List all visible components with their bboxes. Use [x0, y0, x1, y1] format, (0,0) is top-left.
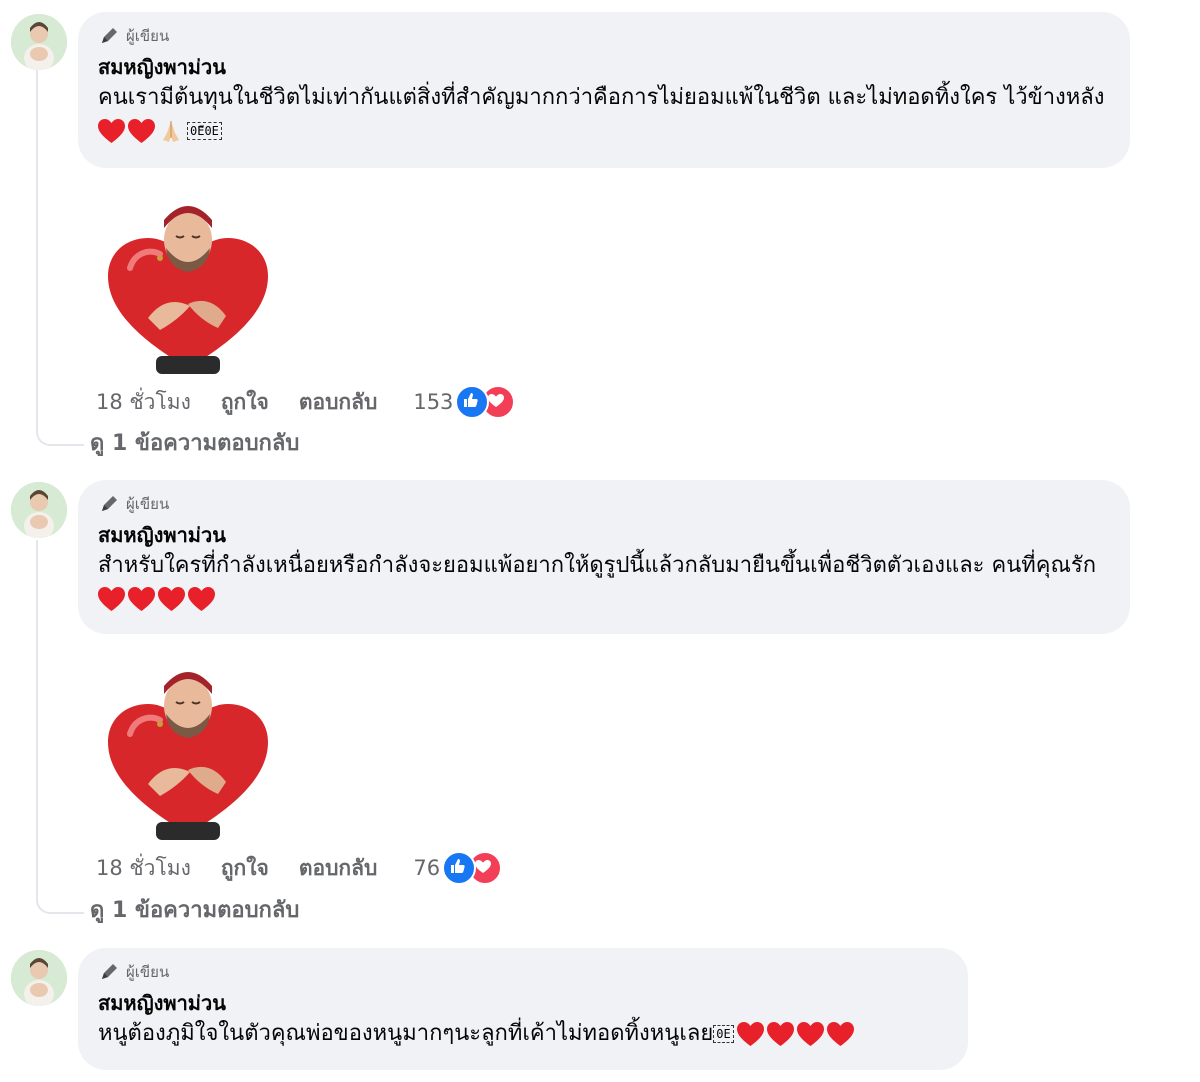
comment-text-body: สำหรับใครที่กำลังเหนื่อยหรือกำลังจะยอมแพ… [98, 553, 1097, 578]
red-heart-icon [796, 1021, 824, 1047]
like-reaction-icon [455, 385, 490, 419]
comment-text: หนูต้องภูมิใจในตัวคุณพ่อของหนูมากๆนะลูกท… [98, 1017, 948, 1050]
reaction-summary[interactable]: 76 [413, 851, 503, 885]
view-replies-link[interactable]: ดู 1 ข้อความตอบกลับ [90, 894, 299, 928]
red-heart-icon [128, 118, 155, 144]
view-replies-link[interactable]: ดู 1 ข้อความตอบกลับ [90, 427, 299, 461]
emoji-group: 0E [713, 1021, 854, 1047]
emoji-group: 0Eี0E [98, 118, 222, 144]
author-badge: ผู้เขียน [98, 492, 1110, 516]
comments-page: ผู้เขียน สมหญิงพาม่วน คนเรามีต้นทุนในชีว… [0, 0, 1200, 1082]
emoji-group [98, 586, 215, 612]
pencil-badge-icon [98, 493, 120, 515]
comment-text: สำหรับใครที่กำลังเหนื่อยหรือกำลังจะยอมแพ… [98, 549, 1110, 615]
comment-timestamp[interactable]: 18 ชั่วโมง [96, 852, 191, 885]
comment-text-body: คนเรามีต้นทุนในชีวิตไม่เท่ากันแต่สิ่งที่… [98, 85, 1105, 110]
unrendered-glyph-box: 0Eี0E [187, 122, 222, 140]
comment-bubble: ผู้เขียน สมหญิงพาม่วน สำหรับใครที่กำลังเ… [78, 480, 1130, 634]
pencil-badge-icon [98, 961, 120, 983]
like-reaction-icon [442, 851, 477, 885]
red-heart-icon [826, 1021, 854, 1047]
red-heart-icon [736, 1021, 764, 1047]
reply-button[interactable]: ตอบกลับ [299, 386, 378, 419]
heart-hug-sticker[interactable] [108, 198, 268, 378]
author-badge-label: ผู้เขียน [126, 495, 170, 513]
unrendered-glyph-box: 0E [713, 1025, 734, 1043]
red-heart-icon [766, 1021, 794, 1047]
author-badge-label: ผู้เขียน [126, 27, 170, 45]
pencil-badge-icon [98, 25, 120, 47]
like-button[interactable]: ถูกใจ [221, 386, 269, 419]
author-badge: ผู้เขียน [98, 24, 1110, 48]
comment-text: คนเรามีต้นทุนในชีวิตไม่เท่ากันแต่สิ่งที่… [98, 81, 1110, 147]
reply-button[interactable]: ตอบกลับ [299, 852, 378, 885]
praying-hands-icon [158, 118, 184, 144]
red-heart-icon [98, 586, 125, 612]
comment-bubble: ผู้เขียน สมหญิงพาม่วน คนเรามีต้นทุนในชีว… [78, 12, 1130, 168]
reaction-summary[interactable]: 153 [413, 385, 516, 419]
author-name[interactable]: สมหญิงพาม่วน [98, 522, 1110, 548]
thread-connector-line [36, 540, 84, 914]
heart-hug-sticker[interactable] [108, 664, 268, 844]
red-heart-icon [128, 586, 155, 612]
like-button[interactable]: ถูกใจ [221, 852, 269, 885]
thread-connector-line [36, 70, 84, 446]
avatar[interactable] [11, 482, 67, 538]
comment-timestamp[interactable]: 18 ชั่วโมง [96, 386, 191, 419]
author-badge: ผู้เขียน [98, 960, 948, 984]
comment-text-body: หนูต้องภูมิใจในตัวคุณพ่อของหนูมากๆนะลูกท… [98, 1021, 714, 1046]
reaction-count: 153 [413, 390, 454, 414]
comment-meta-row: 18 ชั่วโมง ถูกใจ ตอบกลับ 76 [96, 851, 503, 885]
avatar[interactable] [11, 950, 67, 1006]
red-heart-icon [158, 586, 185, 612]
author-name[interactable]: สมหญิงพาม่วน [98, 54, 1110, 80]
author-name[interactable]: สมหญิงพาม่วน [98, 990, 948, 1016]
red-heart-icon [188, 586, 215, 612]
red-heart-icon [98, 118, 125, 144]
author-badge-label: ผู้เขียน [126, 963, 170, 981]
avatar[interactable] [11, 14, 67, 70]
comment-bubble: ผู้เขียน สมหญิงพาม่วน หนูต้องภูมิใจในตัว… [78, 948, 968, 1070]
reaction-count: 76 [413, 856, 441, 880]
comment-meta-row: 18 ชั่วโมง ถูกใจ ตอบกลับ 153 [96, 385, 516, 419]
